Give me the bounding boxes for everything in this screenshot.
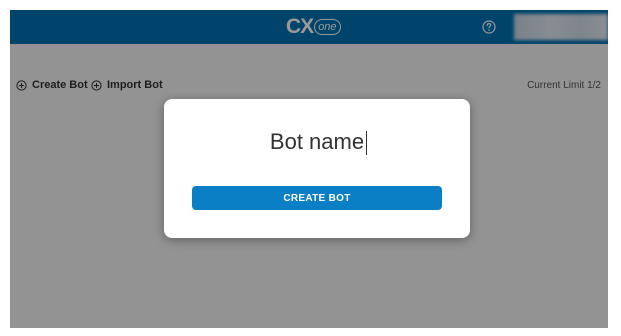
create-bot-button[interactable]: CREATE BOT — [192, 186, 442, 210]
app-window: CX one Create Bot Import Bot Current Lim… — [10, 10, 608, 328]
bot-name-input[interactable] — [164, 126, 470, 158]
create-bot-dialog: CREATE BOT — [164, 99, 470, 238]
text-caret — [366, 131, 367, 155]
